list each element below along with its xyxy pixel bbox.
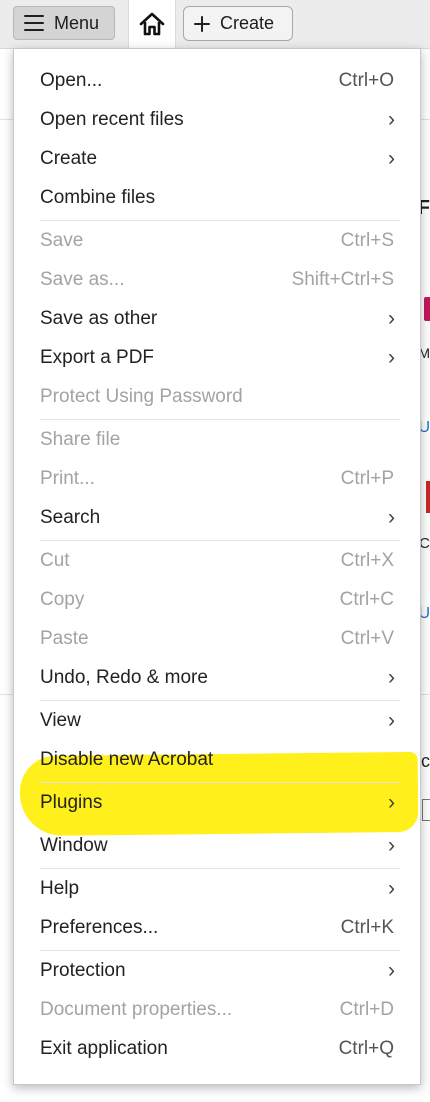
menu-item-label: Open... xyxy=(40,69,103,91)
menu-item-label: Protection xyxy=(40,959,126,981)
menu-item-shortcut: Ctrl+K xyxy=(340,916,394,938)
menu-item-shortcut: Ctrl+Q xyxy=(338,1037,394,1059)
chevron-right-icon: › xyxy=(388,708,395,732)
menu-item-open-recent-files[interactable]: Open recent files › xyxy=(14,100,420,139)
bg-checkbox-fragment xyxy=(422,799,430,821)
menu-item-label: Undo, Redo & more xyxy=(40,666,208,688)
menu-item-view[interactable]: View › xyxy=(14,701,420,740)
chevron-right-icon: › xyxy=(388,876,395,900)
menu-item-label: Create xyxy=(40,147,98,169)
menu-item-label: Open recent files xyxy=(40,108,184,130)
menu-item-label: Disable new Acrobat xyxy=(40,748,214,770)
menu-item-label: View xyxy=(40,709,81,731)
chevron-right-icon: › xyxy=(388,107,395,131)
menu-item-combine-files[interactable]: Combine files xyxy=(14,178,420,217)
menu-separator xyxy=(40,419,400,420)
menu-item-label: Exit application xyxy=(40,1037,168,1059)
create-button-label: Create xyxy=(220,13,275,33)
menu-separator xyxy=(40,540,400,541)
chevron-right-icon: › xyxy=(388,146,395,170)
menu-item-label: Paste xyxy=(40,627,89,649)
menu-item-shortcut: Ctrl+P xyxy=(340,467,394,489)
menu-item-cut[interactable]: Cut Ctrl+X xyxy=(14,541,420,580)
menu-separator xyxy=(40,782,400,783)
menu-item-save-as[interactable]: Save as... Shift+Ctrl+S xyxy=(14,260,420,299)
menu-item-shortcut: Ctrl+D xyxy=(339,998,394,1020)
menu-item-protect-using-password[interactable]: Protect Using Password xyxy=(14,377,420,416)
menu-item-label: Save as other xyxy=(40,307,158,329)
menu-item-disable-new-acrobat[interactable]: Disable new Acrobat xyxy=(14,740,420,779)
menu-item-paste[interactable]: Paste Ctrl+V xyxy=(14,619,420,658)
chevron-right-icon: › xyxy=(388,833,395,857)
menu-item-label: Window xyxy=(40,834,108,856)
bg-color-block xyxy=(426,481,430,513)
menu-item-label: Protect Using Password xyxy=(40,385,243,407)
menu-item-label: Cut xyxy=(40,549,70,571)
menu-item-exit-application[interactable]: Exit application Ctrl+Q xyxy=(14,1029,420,1068)
menu-item-help[interactable]: Help › xyxy=(14,869,420,908)
menu-item-plugins[interactable]: Plugins › xyxy=(14,783,420,822)
menu-separator xyxy=(40,700,400,701)
chevron-right-icon: › xyxy=(388,505,395,529)
menu-item-label: Search xyxy=(40,506,101,528)
menu-button-label: Menu xyxy=(54,12,100,33)
menu-item-label: Export a PDF xyxy=(40,346,155,368)
menu-separator xyxy=(40,868,400,869)
menu-item-share-file[interactable]: Share file xyxy=(14,420,420,459)
plus-icon xyxy=(194,15,210,32)
menu-item-label: Save xyxy=(40,229,84,251)
menu-item-search[interactable]: Search › xyxy=(14,498,420,537)
menu-item-shortcut: Ctrl+C xyxy=(339,588,394,610)
menu-item-shortcut: Ctrl+V xyxy=(340,627,394,649)
chevron-right-icon: › xyxy=(388,345,395,369)
bg-text-fragment: c xyxy=(421,751,430,771)
menu-item-shortcut: Ctrl+X xyxy=(340,549,394,571)
menu-separator xyxy=(40,950,400,951)
menu-item-label: Combine files xyxy=(40,186,156,208)
menu-item-document-properties[interactable]: Document properties... Ctrl+D xyxy=(14,990,420,1029)
menu-item-undo-redo-more[interactable]: Undo, Redo & more › xyxy=(14,658,420,697)
menu-item-label: Help xyxy=(40,877,80,899)
menu-item-shortcut: Ctrl+S xyxy=(340,229,394,251)
menu-item-label: Share file xyxy=(40,428,121,450)
menu-item-print[interactable]: Print... Ctrl+P xyxy=(14,459,420,498)
home-icon xyxy=(139,12,165,36)
menu-item-label: Save as... xyxy=(40,268,125,290)
home-button[interactable] xyxy=(128,0,176,48)
menu-separator xyxy=(40,220,400,221)
menu-item-label: Plugins xyxy=(40,791,103,813)
menu-item-window[interactable]: Window › xyxy=(14,826,420,865)
menu-item-label: Copy xyxy=(40,588,85,610)
menu-item-create[interactable]: Create › xyxy=(14,139,420,178)
chevron-right-icon: › xyxy=(388,790,395,814)
create-button[interactable]: Create xyxy=(183,6,293,41)
chevron-right-icon: › xyxy=(388,665,395,689)
menu-item-export-a-pdf[interactable]: Export a PDF › xyxy=(14,338,420,377)
top-toolbar: Menu Create xyxy=(0,0,430,49)
menu-item-open[interactable]: Open... Ctrl+O xyxy=(14,61,420,100)
chevron-right-icon: › xyxy=(388,958,395,982)
hamburger-icon xyxy=(24,15,44,31)
menu-item-save-as-other[interactable]: Save as other › xyxy=(14,299,420,338)
menu-item-shortcut: Shift+Ctrl+S xyxy=(291,268,394,290)
menu-item-label: Print... xyxy=(40,467,95,489)
chevron-right-icon: › xyxy=(388,306,395,330)
menu-item-save[interactable]: Save Ctrl+S xyxy=(14,221,420,260)
menu-item-copy[interactable]: Copy Ctrl+C xyxy=(14,580,420,619)
menu-item-label: Preferences... xyxy=(40,916,159,938)
menu-item-protection[interactable]: Protection › xyxy=(14,951,420,990)
bg-color-block xyxy=(424,297,430,321)
menu-button[interactable]: Menu xyxy=(13,6,115,40)
menu-item-label: Document properties... xyxy=(40,998,233,1020)
main-menu-dropdown: Open... Ctrl+O Open recent files › Create › Co… xyxy=(13,48,421,1085)
menu-item-shortcut: Ctrl+O xyxy=(338,69,394,91)
menu-item-preferences[interactable]: Preferences... Ctrl+K xyxy=(14,908,420,947)
